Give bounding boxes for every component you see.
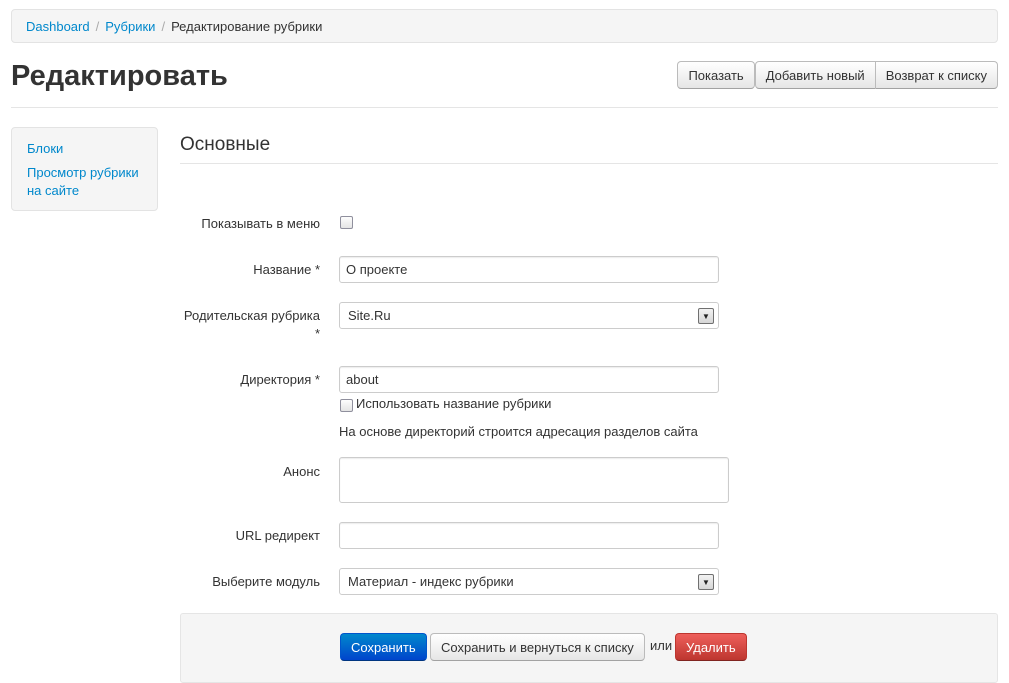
chevron-down-icon: ▼ [698, 308, 714, 324]
use-name-label[interactable]: Использовать название рубрики [356, 395, 551, 413]
breadcrumb-rubrics-link[interactable]: Рубрики [105, 19, 155, 34]
save-button[interactable]: Сохранить [340, 633, 427, 661]
show-in-menu-label: Показывать в меню [201, 216, 320, 231]
chevron-down-icon: ▼ [698, 574, 714, 590]
save-and-back-button[interactable]: Сохранить и вернуться к списку [430, 633, 645, 661]
use-name-checkbox[interactable] [340, 399, 353, 412]
or-text: или [650, 638, 673, 653]
delete-button[interactable]: Удалить [675, 633, 747, 661]
sidebar-item-view-on-site[interactable]: Просмотр рубрики на сайте [27, 164, 142, 200]
back-to-list-button[interactable]: Возврат к списку [875, 61, 998, 89]
parent-rubric-select[interactable]: Site.Ru ▼ [339, 302, 719, 329]
form-actions: Сохранить Сохранить и вернуться к списку… [180, 613, 998, 683]
header-divider [11, 107, 998, 108]
parent-rubric-label: Родительская рубрика * [183, 308, 320, 341]
name-label: Название * [253, 262, 320, 277]
announce-textarea[interactable] [339, 457, 729, 503]
breadcrumb-dashboard-link[interactable]: Dashboard [26, 19, 90, 34]
url-redirect-label: URL редирект [235, 528, 320, 543]
sidebar: Блоки Просмотр рубрики на сайте [11, 127, 158, 211]
add-new-button[interactable]: Добавить новый [754, 61, 876, 89]
directory-label: Директория * [240, 372, 320, 387]
sidebar-item-blocks[interactable]: Блоки [27, 140, 142, 158]
announce-label: Анонс [283, 464, 320, 479]
breadcrumb-separator: / [95, 18, 100, 34]
page-title: Редактировать [11, 60, 228, 92]
breadcrumb-current: Редактирование рубрики [171, 18, 323, 34]
directory-input[interactable] [339, 366, 719, 393]
url-redirect-input[interactable] [339, 522, 719, 549]
show-in-menu-checkbox[interactable] [340, 216, 353, 229]
header-actions: Показать Добавить новый Возврат к списку [673, 61, 998, 89]
name-input[interactable] [339, 256, 719, 283]
directory-help-text: На основе директорий строится адресация … [339, 424, 698, 439]
parent-rubric-value: Site.Ru [348, 308, 391, 323]
module-value: Материал - индекс рубрики [348, 574, 514, 589]
module-select[interactable]: Материал - индекс рубрики ▼ [339, 568, 719, 595]
show-button[interactable]: Показать [677, 61, 755, 89]
header-button-group: Добавить новый Возврат к списку [754, 61, 998, 89]
section-title: Основные [180, 134, 271, 155]
breadcrumb-separator: / [161, 18, 166, 34]
module-label: Выберите модуль [212, 574, 320, 589]
breadcrumb: Dashboard / Рубрики / Редактирование руб… [11, 9, 998, 43]
section-divider [180, 163, 998, 164]
